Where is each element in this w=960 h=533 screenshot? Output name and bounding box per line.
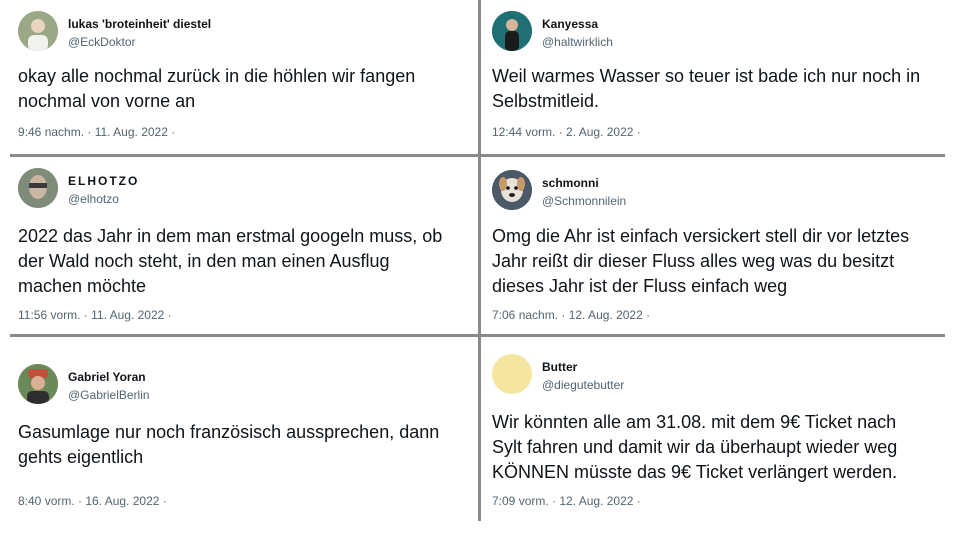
user-avatar[interactable]	[18, 168, 58, 208]
person-icon	[18, 11, 58, 51]
user-avatar[interactable]	[492, 170, 532, 210]
tweet-card[interactable]: Gabriel Yoran @GabrielBerlin Gasumlage n…	[0, 338, 478, 521]
page-edge	[955, 0, 960, 533]
person-icon	[18, 168, 58, 208]
tweet-timestamp[interactable]: 12:44 vorm. · 2. Aug. 2022 ·	[492, 125, 641, 139]
tweet-text: 2022 das Jahr in dem man erstmal googeln…	[18, 226, 443, 296]
tweet-collage: lukas 'broteinheit' diestel @EckDoktor o…	[0, 0, 960, 533]
tweet-card[interactable]: schmonni @Schmonnilein Omg die Ahr ist e…	[482, 158, 955, 334]
person-icon	[18, 364, 58, 404]
tweet-timestamp[interactable]: 7:06 nachm. · 12. Aug. 2022 ·	[492, 308, 650, 322]
column-divider	[478, 0, 481, 521]
tweet-text: Gasumlage nur noch französisch aussprech…	[18, 422, 440, 467]
dog-icon	[492, 170, 532, 210]
tweet-text: Omg die Ahr ist einfach versickert stell…	[492, 226, 910, 296]
user-handle[interactable]: @EckDoktor	[68, 33, 211, 51]
row-divider	[10, 334, 945, 337]
row-divider	[10, 154, 945, 157]
tweet-text: Wir könnten alle am 31.08. mit dem 9€ Ti…	[492, 412, 898, 482]
user-avatar[interactable]	[492, 354, 532, 394]
display-name[interactable]: Butter	[542, 358, 624, 376]
tweet-card[interactable]: Kanyessa @haltwirklich Weil warmes Wasse…	[482, 0, 955, 154]
tweet-timestamp[interactable]: 9:46 nachm. · 11. Aug. 2022 ·	[18, 125, 175, 139]
tweet-card[interactable]: ELHOTZO @elhotzo 2022 das Jahr in dem ma…	[0, 158, 478, 334]
user-handle[interactable]: @GabrielBerlin	[68, 386, 150, 404]
tweet-text: okay alle nochmal zurück in die höhlen w…	[18, 66, 416, 111]
display-name[interactable]: lukas 'broteinheit' diestel	[68, 15, 211, 33]
user-handle[interactable]: @elhotzo	[68, 190, 139, 208]
tweet-text: Weil warmes Wasser so teuer ist bade ich…	[492, 66, 921, 111]
tweet-timestamp[interactable]: 11:56 vorm. · 11. Aug. 2022 ·	[18, 308, 172, 322]
display-name[interactable]: schmonni	[542, 174, 626, 192]
user-handle[interactable]: @diegutebutter	[542, 376, 624, 394]
user-avatar[interactable]	[18, 11, 58, 51]
person-icon	[492, 11, 532, 51]
display-name[interactable]: Kanyessa	[542, 15, 613, 33]
user-handle[interactable]: @Schmonnilein	[542, 192, 626, 210]
tweet-card[interactable]: Butter @diegutebutter Wir könnten alle a…	[482, 338, 955, 521]
tweet-card[interactable]: lukas 'broteinheit' diestel @EckDoktor o…	[0, 0, 478, 154]
tweet-timestamp[interactable]: 7:09 vorm. · 12. Aug. 2022 ·	[492, 494, 641, 508]
display-name[interactable]: Gabriel Yoran	[68, 368, 150, 386]
user-avatar[interactable]	[18, 364, 58, 404]
user-handle[interactable]: @haltwirklich	[542, 33, 613, 51]
user-avatar[interactable]	[492, 11, 532, 51]
display-name[interactable]: ELHOTZO	[68, 172, 139, 190]
tweet-timestamp[interactable]: 8:40 vorm. · 16. Aug. 2022 ·	[18, 494, 167, 508]
